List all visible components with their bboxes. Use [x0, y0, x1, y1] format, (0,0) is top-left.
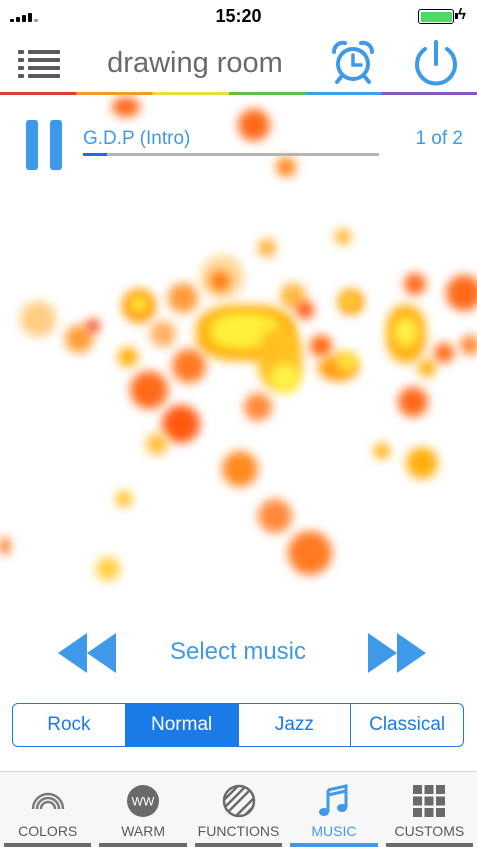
warm-white-icon: WW [127, 785, 160, 817]
menu-icon[interactable] [18, 48, 60, 80]
pause-icon [26, 120, 38, 170]
status-bar: 15:20 ϟ [0, 0, 477, 34]
tab-warm[interactable]: WW WARM [95, 772, 190, 847]
track-title: G.D.P (Intro) [83, 128, 191, 149]
alarm-clock-icon[interactable] [330, 39, 376, 85]
now-playing: G.D.P (Intro) 1 of 2 [0, 110, 477, 180]
tab-label: CUSTOMS [394, 823, 465, 839]
charging-icon: ϟ [458, 6, 466, 23]
track-progress-fill [83, 153, 107, 156]
striped-circle-icon [222, 784, 255, 818]
tab-indicator [4, 843, 92, 847]
battery-icon [418, 9, 458, 24]
select-music-button[interactable]: Select music [140, 638, 336, 666]
genre-selector: Rock Normal Jazz Classical [12, 703, 464, 747]
pause-button[interactable] [26, 120, 64, 170]
tab-functions[interactable]: FUNCTIONS [191, 772, 286, 847]
power-icon[interactable] [411, 38, 461, 88]
track-progress-bar[interactable] [83, 153, 379, 156]
rainbow-icon [31, 792, 64, 810]
tab-indicator [194, 843, 283, 847]
page-title: drawing room [107, 47, 283, 79]
light-visualizer[interactable] [0, 95, 477, 695]
status-time: 15:20 [215, 6, 262, 26]
tab-music[interactable]: MUSIC [286, 772, 381, 847]
rewind-button[interactable] [56, 631, 118, 675]
tab-indicator [290, 843, 378, 847]
tab-bar: COLORS WW WARM FUNCTIONS MUSIC CUSTOMS [0, 771, 477, 847]
navigation-bar: drawing room [0, 34, 477, 94]
genre-rock[interactable]: Rock [13, 704, 125, 746]
tab-colors[interactable]: COLORS [0, 772, 95, 847]
genre-classical[interactable]: Classical [350, 704, 463, 746]
music-note-icon [318, 784, 348, 816]
tab-customs[interactable]: CUSTOMS [382, 772, 477, 847]
genre-jazz[interactable]: Jazz [237, 704, 351, 746]
fast-forward-button[interactable] [366, 631, 428, 675]
tab-label: FUNCTIONS [197, 823, 280, 839]
tab-indicator [385, 843, 474, 847]
tab-label: COLORS [18, 823, 78, 839]
track-count: 1 of 2 [415, 128, 463, 149]
tab-label: WARM [121, 823, 166, 839]
tab-label: MUSIC [311, 823, 357, 839]
music-controls: Select music [0, 625, 477, 681]
genre-normal[interactable]: Normal [124, 704, 238, 746]
tab-indicator [99, 843, 187, 847]
warm-icon-text: WW [132, 795, 155, 809]
grid-icon [413, 785, 446, 817]
